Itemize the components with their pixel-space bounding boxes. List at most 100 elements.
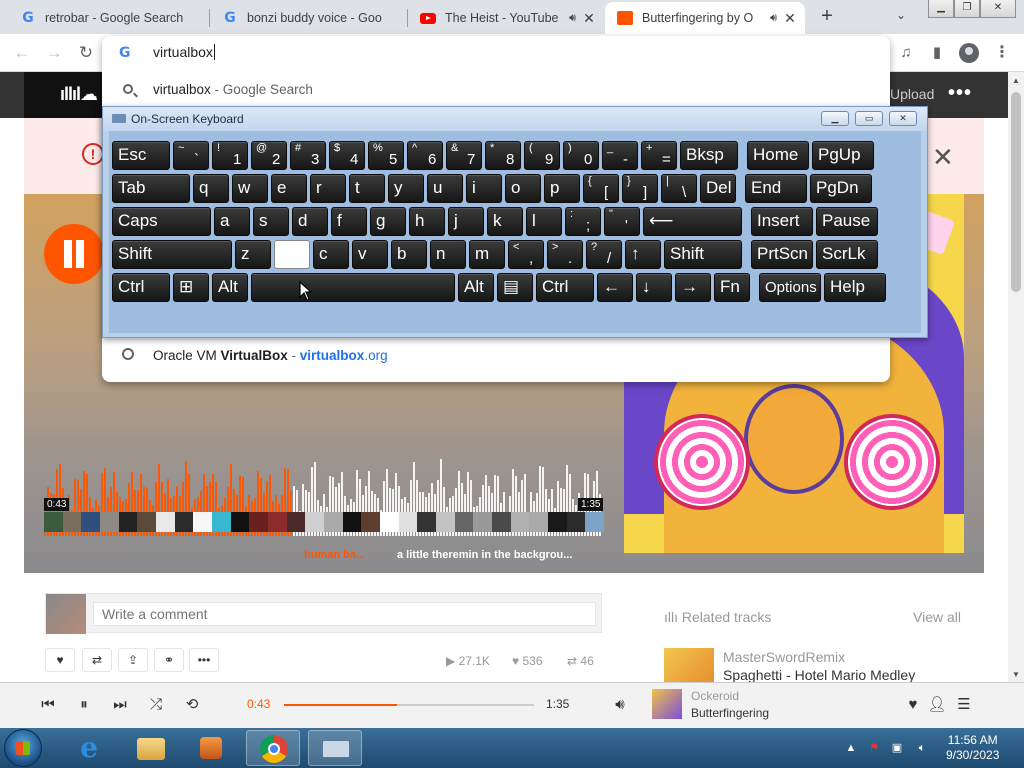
key-symbol[interactable]: + = [641, 141, 677, 170]
key-shift[interactable]: Shift [112, 240, 232, 269]
suggestion-google-search[interactable]: virtualbox - Google Search [102, 73, 890, 105]
comment-avatar[interactable] [44, 512, 63, 532]
view-all-link[interactable]: View all [913, 609, 961, 625]
key-caps[interactable]: Caps [112, 207, 211, 236]
player-artwork[interactable] [652, 689, 682, 719]
volume-muted-icon[interactable]: 🔈︎ [916, 742, 928, 754]
comment-avatar[interactable] [174, 512, 194, 532]
key-8[interactable]: * 8 [485, 141, 521, 170]
key-m[interactable]: m [469, 240, 505, 269]
key-alt[interactable]: Alt [212, 273, 248, 302]
comment-avatar[interactable] [510, 512, 530, 532]
key-i[interactable]: i [466, 174, 502, 203]
key-tab[interactable]: Tab [112, 174, 190, 203]
key-end[interactable]: End [745, 174, 807, 203]
comment-input[interactable] [93, 602, 596, 626]
comment-avatar[interactable] [454, 512, 474, 532]
key-shift[interactable]: Shift [664, 240, 742, 269]
key-4[interactable]: $4 [329, 141, 365, 170]
close-icon[interactable]: ✕ [580, 10, 598, 27]
start-button[interactable] [4, 729, 42, 767]
key-2[interactable]: @2 [251, 141, 287, 170]
key-g[interactable]: g [370, 207, 406, 236]
comment-avatar[interactable] [585, 512, 605, 532]
key-symbol[interactable]: → [675, 273, 711, 302]
key-6[interactable]: ^ 6 [407, 141, 443, 170]
taskbar-internet-explorer[interactable]: e [62, 730, 116, 766]
key-insert[interactable]: Insert [751, 207, 813, 236]
share-button[interactable]: ⇪ [118, 648, 148, 672]
previous-icon[interactable]: ⏮ [38, 695, 58, 715]
upload-link[interactable]: Upload [890, 86, 934, 102]
comment-avatar[interactable] [417, 512, 437, 532]
key-pause[interactable]: Pause [816, 207, 878, 236]
comment-avatar[interactable] [156, 512, 175, 532]
key-symbol[interactable]: ← [597, 273, 633, 302]
related-track-title[interactable]: Spaghetti - Hotel Mario Medley [723, 667, 915, 683]
key-l[interactable]: l [526, 207, 562, 236]
tab-butterfingering[interactable]: Butterfingering by O 🔊︎ ✕ [605, 2, 805, 34]
related-track-user[interactable]: MasterSwordRemix [723, 649, 845, 665]
comment-avatar[interactable] [249, 512, 269, 532]
pause-button[interactable] [44, 224, 104, 284]
key-c[interactable]: c [313, 240, 349, 269]
key-7[interactable]: & 7 [446, 141, 482, 170]
key-help[interactable]: Help [824, 273, 886, 302]
like-icon[interactable]: ♥ [903, 695, 923, 715]
player-progress-track[interactable] [284, 704, 534, 706]
comment-avatar[interactable] [324, 512, 343, 532]
close-icon[interactable]: ✕ [932, 142, 954, 173]
scroll-up-icon[interactable]: ▲ [1008, 76, 1024, 85]
address-bar[interactable]: G virtualbox [102, 36, 890, 70]
osk-titlebar[interactable]: On-Screen Keyboard ▁ ▭ ✕ [103, 107, 927, 131]
scrollbar-thumb[interactable] [1011, 92, 1021, 292]
comment-avatar[interactable] [342, 512, 362, 532]
comment-avatar[interactable] [566, 512, 586, 532]
taskbar-media-player[interactable] [184, 730, 238, 766]
queue-icon[interactable]: ☰ [954, 695, 974, 715]
taskbar-chrome[interactable] [246, 730, 300, 766]
comment-avatar[interactable] [492, 512, 511, 532]
key-y[interactable]: y [388, 174, 424, 203]
suggestion-virtualbox-site[interactable]: Oracle VM VirtualBox - virtualbox.org [102, 339, 890, 371]
repeat-icon[interactable]: ⟲ [182, 695, 202, 715]
comment-avatar[interactable] [193, 512, 213, 532]
tab-search-chevron-icon[interactable]: ⌄ [896, 8, 906, 22]
restore-button[interactable]: ❐ [954, 0, 980, 18]
soundcloud-home-logo[interactable]: ıllıl☁ [24, 72, 108, 118]
key-space[interactable] [251, 273, 455, 302]
comment-avatar[interactable] [212, 512, 231, 532]
key-k[interactable]: k [487, 207, 523, 236]
key-ctrl[interactable]: Ctrl [112, 273, 170, 302]
comment-avatar[interactable] [529, 512, 549, 532]
key-del[interactable]: Del [700, 174, 736, 203]
back-button[interactable]: ← [10, 42, 34, 64]
comment-avatar[interactable] [548, 512, 567, 532]
key-home[interactable]: Home [747, 141, 809, 170]
key-5[interactable]: % 5 [368, 141, 404, 170]
comment-avatar[interactable] [62, 512, 82, 532]
tab-heist-youtube[interactable]: The Heist - YouTube 🔊︎ ✕ [408, 2, 604, 34]
key-symbol[interactable]: }] [622, 174, 658, 203]
key-q[interactable]: q [193, 174, 229, 203]
key-3[interactable]: #3 [290, 141, 326, 170]
key-h[interactable]: h [409, 207, 445, 236]
key-symbol[interactable]: ▤ [497, 273, 533, 302]
side-panel-icon[interactable]: ▮ [927, 43, 947, 63]
key-fn[interactable]: Fn [714, 273, 750, 302]
key-space[interactable] [274, 240, 310, 269]
key-o[interactable]: o [505, 174, 541, 203]
address-input[interactable]: virtualbox [153, 44, 215, 60]
profile-button[interactable] [959, 43, 979, 63]
key-v[interactable]: v [352, 240, 388, 269]
key-scrlk[interactable]: ScrLk [816, 240, 878, 269]
key-esc[interactable]: Esc [112, 141, 170, 170]
key-symbol[interactable]: | \ [661, 174, 697, 203]
osk-close-button[interactable]: ✕ [889, 111, 917, 126]
new-tab-button[interactable]: + [816, 6, 838, 28]
volume-icon[interactable]: 🔊︎ [610, 695, 630, 715]
key-1[interactable]: ! 1 [212, 141, 248, 170]
key-d[interactable]: d [292, 207, 328, 236]
key-n[interactable]: n [430, 240, 466, 269]
comment-avatar[interactable] [81, 512, 101, 532]
